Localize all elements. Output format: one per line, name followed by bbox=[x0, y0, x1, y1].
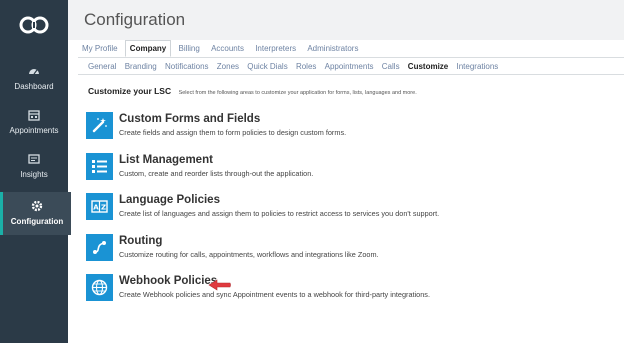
tab-branding[interactable]: Branding bbox=[123, 61, 159, 72]
route-icon bbox=[93, 241, 106, 254]
calendar-icon bbox=[28, 110, 40, 121]
option-icon-box bbox=[86, 234, 113, 261]
tab-calls[interactable]: Calls bbox=[380, 61, 402, 72]
page-title: Configuration bbox=[84, 10, 186, 29]
tab-appointments[interactable]: Appointments bbox=[323, 61, 376, 72]
customize-header: Customize your LSC Select from the follo… bbox=[88, 81, 417, 99]
translate-icon: A Z bbox=[91, 200, 108, 213]
option-icon-box bbox=[86, 153, 113, 180]
option-description: Create fields and assign them to form po… bbox=[119, 128, 347, 137]
option-title[interactable]: Webhook Policies bbox=[119, 275, 217, 287]
svg-text:A: A bbox=[93, 204, 99, 212]
subtabs-divider bbox=[78, 74, 624, 75]
svg-text:Z: Z bbox=[101, 204, 106, 212]
tab-billing[interactable]: Billing bbox=[174, 41, 203, 56]
magic-wand-icon bbox=[92, 118, 107, 133]
option-title[interactable]: Routing bbox=[119, 235, 162, 247]
tab-integrations[interactable]: Integrations bbox=[454, 61, 500, 72]
globe-icon bbox=[91, 279, 108, 296]
sidebar: Dashboard Appointments Insights Configur… bbox=[0, 0, 71, 343]
option-title[interactable]: List Management bbox=[119, 154, 213, 166]
option-description: Create Webhook policies and sync Appoint… bbox=[119, 290, 430, 299]
sidebar-item-dashboard[interactable]: Dashboard bbox=[0, 64, 68, 108]
customize-title: Customize your LSC bbox=[88, 86, 172, 96]
option-icon-box bbox=[86, 112, 113, 139]
option-title[interactable]: Custom Forms and Fields bbox=[119, 113, 260, 125]
sidebar-item-label: Appointments bbox=[9, 126, 59, 135]
tab-quick-dials[interactable]: Quick Dials bbox=[245, 61, 289, 72]
tab-accounts[interactable]: Accounts bbox=[207, 41, 248, 56]
primary-tabs: My Profile Company Billing Accounts Inte… bbox=[78, 40, 363, 58]
option-title[interactable]: Language Policies bbox=[119, 194, 220, 206]
option-description: Custom, create and reorder lists through… bbox=[119, 169, 314, 178]
sidebar-item-label: Insights bbox=[20, 170, 48, 179]
page-header: Configuration bbox=[68, 0, 624, 40]
tab-roles[interactable]: Roles bbox=[294, 61, 318, 72]
sidebar-item-label: Dashboard bbox=[14, 82, 54, 91]
tab-customize[interactable]: Customize bbox=[406, 61, 450, 72]
secondary-tabs: General Branding Notifications Zones Qui… bbox=[86, 61, 502, 72]
option-icon-box bbox=[86, 274, 113, 301]
tab-zones[interactable]: Zones bbox=[215, 61, 241, 72]
sidebar-item-label: Configuration bbox=[10, 217, 64, 226]
sidebar-item-insights[interactable]: Insights bbox=[0, 152, 68, 196]
option-description: Customize routing for calls, appointment… bbox=[119, 250, 379, 259]
app-logo-icon[interactable] bbox=[18, 14, 50, 36]
dashboard-icon bbox=[29, 69, 39, 75]
tab-my-profile[interactable]: My Profile bbox=[78, 41, 122, 56]
tab-administrators[interactable]: Administrators bbox=[303, 41, 362, 56]
chart-icon bbox=[28, 154, 40, 164]
tabs-divider bbox=[78, 57, 624, 58]
tab-company[interactable]: Company bbox=[124, 40, 172, 57]
tab-notifications[interactable]: Notifications bbox=[163, 61, 211, 72]
tab-general[interactable]: General bbox=[86, 61, 118, 72]
gear-icon bbox=[31, 200, 43, 212]
sidebar-item-configuration[interactable]: Configuration bbox=[0, 192, 71, 235]
list-icon bbox=[92, 160, 107, 173]
option-icon-box: A Z bbox=[86, 193, 113, 220]
sidebar-item-appointments[interactable]: Appointments bbox=[0, 108, 68, 152]
customize-subtitle: Select from the following areas to custo… bbox=[178, 90, 417, 96]
pointer-arrow-icon bbox=[208, 279, 231, 291]
tab-interpreters[interactable]: Interpreters bbox=[251, 41, 300, 56]
option-description: Create list of languages and assign them… bbox=[119, 209, 440, 218]
